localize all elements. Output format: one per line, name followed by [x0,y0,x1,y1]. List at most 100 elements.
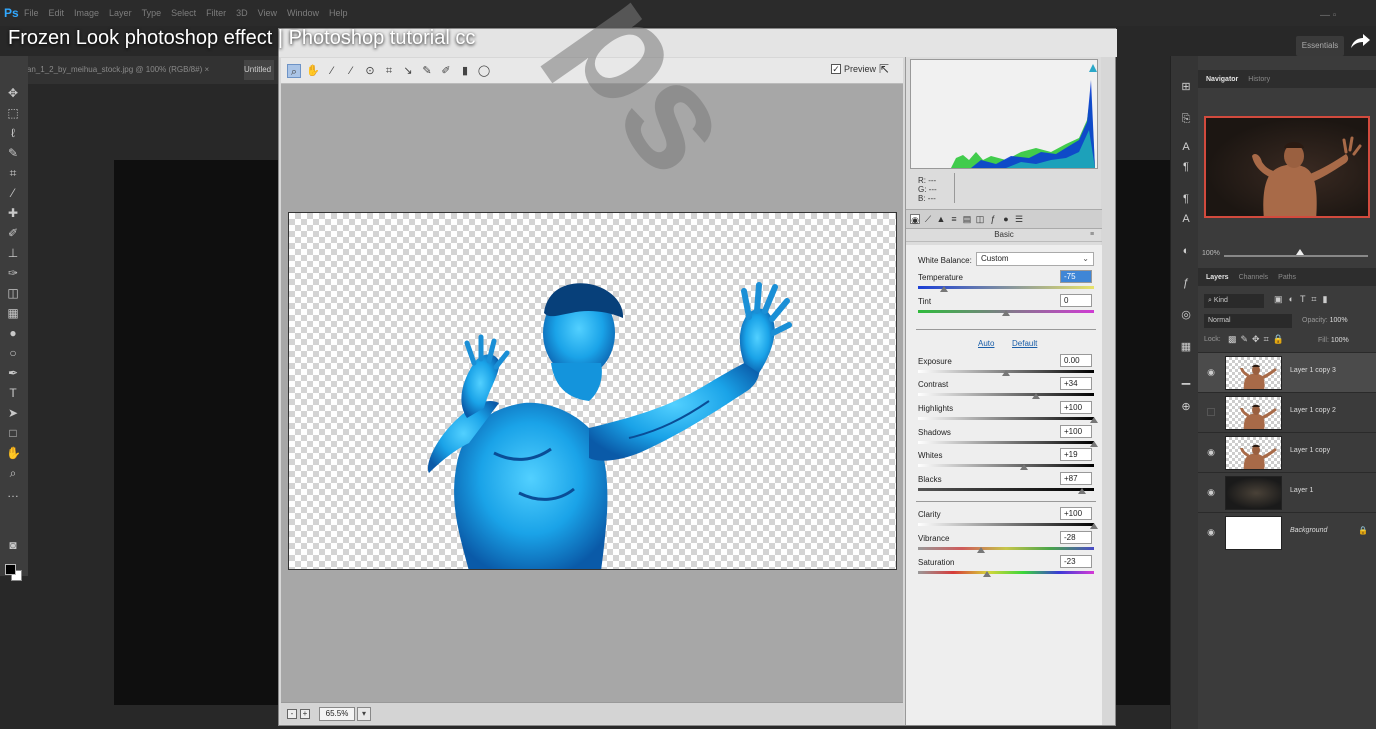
adjustments-panel-icon[interactable]: ◐ [1179,244,1193,258]
menu-edit[interactable]: Edit [49,8,65,18]
preview-toggle[interactable]: ✓ Preview [831,64,876,74]
layer-thumbnail[interactable] [1225,476,1282,510]
healing-tool-icon[interactable]: ✚ [6,206,20,220]
highlights-slider[interactable] [918,417,1094,420]
character-styles-icon[interactable]: A [1179,212,1193,226]
eye-icon[interactable]: ◉ [1206,447,1216,457]
blacks-value-input[interactable]: +87 [1060,472,1092,485]
document-tab[interactable]: gshan_1_2_by_meihua_stock.jpg @ 100% (RG… [14,60,240,80]
split-toning-tab-icon[interactable]: ▤ [962,214,972,224]
graduated-filter-icon[interactable]: ▮ [458,64,472,78]
zoom-in-button[interactable]: + [300,708,310,719]
zoom-dropdown[interactable]: ▾ [357,706,371,721]
zoom-icon[interactable]: ⌕ [287,63,301,78]
layer-kind-filter[interactable]: ⌕ Kind [1204,294,1264,308]
highlights-value-input[interactable]: +100 [1060,401,1092,414]
navigator-zoom[interactable]: 100% [1202,250,1220,257]
eye-icon[interactable]: ◉ [1206,367,1216,377]
saturation-slider-thumb[interactable] [982,571,991,577]
crop-tool-icon[interactable]: ⌗ [6,166,20,180]
eye-icon[interactable]: ◉ [1206,487,1216,497]
panel-menu-icon[interactable]: ≡ [1090,231,1094,238]
menu-help[interactable]: Help [329,8,348,18]
shadows-slider[interactable] [918,441,1094,444]
marquee-tool-icon[interactable]: ⬚ [6,106,20,120]
tint-slider-thumb[interactable] [1002,310,1010,316]
layer-name[interactable]: Layer 1 copy 3 [1290,367,1336,374]
layer-row[interactable]: Layer 1 copy 2 [1198,392,1376,432]
history-brush-tool-icon[interactable]: ✑ [6,266,20,280]
tab-history[interactable]: History [1248,76,1270,83]
color-sampler-icon[interactable]: ⁄ [344,64,358,78]
share-icon[interactable] [1349,32,1371,50]
navigator-zoom-knob[interactable] [1296,249,1304,255]
paragraph-panel-icon[interactable]: ¶ [1179,160,1193,174]
layer-name[interactable]: Layer 1 [1290,487,1313,494]
zoom-tool-icon[interactable]: ⌕ [6,466,20,480]
basic-tab-icon[interactable]: ◉ [910,214,920,225]
layer-thumbnail[interactable] [1225,436,1282,470]
blacks-slider-thumb[interactable] [1077,488,1086,494]
blacks-slider[interactable] [918,488,1094,491]
targeted-adjustment-icon[interactable]: ⊙ [363,64,377,78]
menu-view[interactable]: View [258,8,277,18]
tab-layers[interactable]: Layers [1206,274,1229,281]
detail-tab-icon[interactable]: ▲ [936,214,946,224]
temperature-value-input[interactable]: -75 [1060,270,1092,283]
straighten-icon[interactable]: ↘ [401,64,415,78]
dodge-tool-icon[interactable]: ○ [6,346,20,360]
menu-type[interactable]: Type [142,8,162,18]
workspace-switcher[interactable]: Essentials [1296,36,1344,56]
exposure-value-input[interactable]: 0.00 [1060,354,1092,367]
shadows-value-input[interactable]: +100 [1060,425,1092,438]
histogram-panel-icon[interactable]: ▁ [1179,372,1193,386]
layer-row[interactable]: ◉ Layer 1 copy 3 [1198,352,1376,392]
navigator-thumbnail[interactable] [1204,116,1370,218]
zoom-out-button[interactable]: - [287,708,297,719]
preview-checkbox[interactable]: ✓ [831,64,841,74]
clarity-slider[interactable] [918,523,1094,526]
radial-filter-icon[interactable]: ◯ [477,64,491,78]
layer-name[interactable]: Layer 1 copy 2 [1290,407,1336,414]
quick-mask-icon[interactable]: ◙ [6,538,20,552]
fill-control[interactable]: Fill: 100% [1318,337,1349,344]
lock-icons[interactable]: ▩✎✥⌗🔒 [1228,334,1288,345]
vibrance-slider[interactable] [918,547,1094,550]
temperature-slider-thumb[interactable] [940,286,949,292]
stamp-tool-icon[interactable]: ⊥ [6,246,20,260]
layer-row[interactable]: ◉ Background 🔒 [1198,512,1376,552]
window-controls[interactable]: — ▫ [1320,10,1336,21]
more-tools-icon[interactable]: … [6,486,20,500]
styles-panel-icon[interactable]: ƒ [1179,276,1193,290]
tab-channels[interactable]: Channels [1239,274,1269,281]
saturation-slider[interactable] [918,571,1094,574]
layer-thumbnail[interactable] [1225,356,1282,390]
menu-image[interactable]: Image [74,8,99,18]
layer-row[interactable]: ◉ Layer 1 [1198,472,1376,512]
whites-value-input[interactable]: +19 [1060,448,1092,461]
clarity-slider-thumb[interactable] [1090,523,1098,529]
adjustment-brush-icon[interactable]: ✐ [439,64,453,78]
menu-select[interactable]: Select [171,8,196,18]
eye-icon[interactable]: ◉ [1206,527,1216,537]
auto-link[interactable]: Auto [978,339,994,348]
fill-value[interactable]: 100% [1331,337,1349,344]
shape-tool-icon[interactable]: □ [6,426,20,440]
menu-3d[interactable]: 3D [236,8,248,18]
lens-tab-icon[interactable]: ◫ [975,214,985,224]
exposure-slider-thumb[interactable] [1002,370,1010,376]
hand-tool-icon[interactable]: ✋ [6,446,21,460]
whites-slider-thumb[interactable] [1019,464,1028,470]
contrast-value-input[interactable]: +34 [1060,377,1092,390]
white-balance-select[interactable]: Custom ⌄ [976,252,1094,266]
navigator-panel-icon[interactable]: ⊞ [1179,80,1193,94]
presets-tab-icon[interactable]: ☰ [1014,214,1024,224]
menu-file[interactable]: File [24,8,39,18]
blend-mode-select[interactable]: Normal [1204,314,1292,328]
tone-curve-tab-icon[interactable]: ⟋ [923,214,933,224]
zoom-level[interactable]: 65.5% [319,706,355,721]
paragraph-styles-icon[interactable]: ¶ [1179,192,1193,206]
swatches-panel-icon[interactable]: ◎ [1179,308,1193,322]
effects-tab-icon[interactable]: ƒ [988,214,998,224]
paths-panel-icon[interactable]: ⊕ [1179,400,1193,414]
